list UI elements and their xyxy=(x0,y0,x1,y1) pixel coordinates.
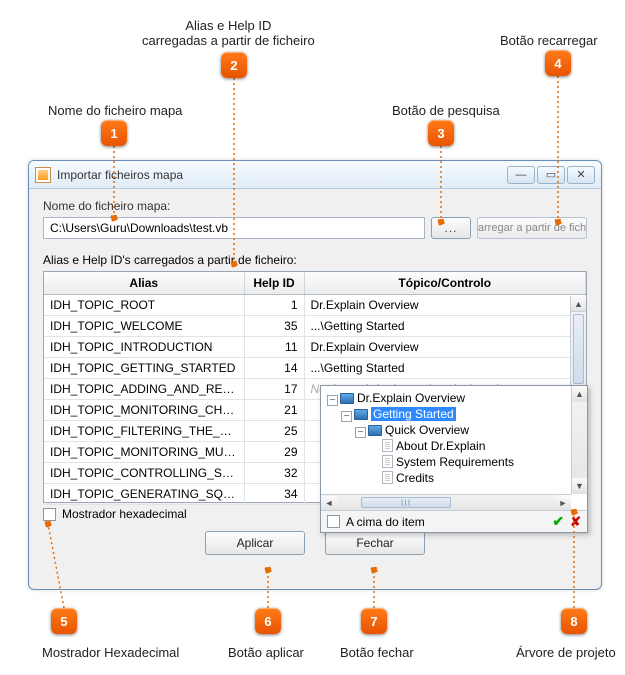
annotation-label-1: Nome do ficheiro mapa xyxy=(48,103,182,118)
tree-footer: A cima do item ✔ ✘ xyxy=(321,510,587,532)
cell-alias: IDH_TOPIC_INTRODUCTION xyxy=(44,337,244,358)
app-icon xyxy=(35,167,51,183)
cell-helpid: 25 xyxy=(244,421,304,442)
minimize-button[interactable]: — xyxy=(507,166,535,184)
titlebar: Importar ficheiros mapa — ▭ ✕ xyxy=(29,161,601,189)
tree-confirm-icon[interactable]: ✔ xyxy=(552,513,564,530)
scroll-up-icon[interactable]: ▲ xyxy=(572,386,587,402)
marker-1: 1 xyxy=(101,120,127,146)
marker-4: 4 xyxy=(545,50,571,76)
cell-topic: Dr.Explain Overview xyxy=(304,295,586,316)
book-icon xyxy=(354,409,368,420)
annotation-label-6: Botão aplicar xyxy=(228,645,304,660)
cell-alias: IDH_TOPIC_ROOT xyxy=(44,295,244,316)
project-tree[interactable]: −Dr.Explain Overview −Getting Started −Q… xyxy=(321,386,587,510)
maximize-button[interactable]: ▭ xyxy=(537,166,565,184)
page-icon xyxy=(382,439,393,452)
annotation-label-2: Alias e Help ID carregadas a partir de f… xyxy=(142,18,315,48)
reload-button[interactable]: arregar a partir de fich xyxy=(477,217,587,239)
cell-helpid: 14 xyxy=(244,358,304,379)
marker-8: 8 xyxy=(561,608,587,634)
tree-node[interactable]: Credits xyxy=(396,471,434,485)
close-window-button[interactable]: ✕ xyxy=(567,166,595,184)
hex-checkbox-label: Mostrador hexadecimal xyxy=(62,507,187,521)
book-icon xyxy=(368,425,382,436)
col-alias[interactable]: Alias xyxy=(44,272,244,295)
apply-button[interactable]: Aplicar xyxy=(205,531,305,555)
cell-helpid: 32 xyxy=(244,463,304,484)
cell-alias: IDH_TOPIC_WELCOME xyxy=(44,316,244,337)
page-icon xyxy=(382,455,393,468)
scroll-left-icon[interactable]: ◄ xyxy=(321,496,337,511)
tree-expand-icon[interactable]: − xyxy=(341,411,352,422)
table-row[interactable]: IDH_TOPIC_WELCOME35...\Getting Started xyxy=(44,316,586,337)
dialog-window: Importar ficheiros mapa — ▭ ✕ Nome do fi… xyxy=(28,160,602,590)
tree-vertical-scrollbar[interactable]: ▲ ▼ xyxy=(571,386,587,494)
scroll-right-icon[interactable]: ► xyxy=(555,495,571,510)
hex-checkbox[interactable] xyxy=(43,508,56,521)
path-label: Nome do ficheiro mapa: xyxy=(43,199,587,213)
tree-expand-icon[interactable]: − xyxy=(355,427,366,438)
marker-3: 3 xyxy=(428,120,454,146)
table-row[interactable]: IDH_TOPIC_INTRODUCTION11Dr.Explain Overv… xyxy=(44,337,586,358)
window-title: Importar ficheiros mapa xyxy=(57,168,507,182)
cell-alias: IDH_TOPIC_MONITORING_CHA... xyxy=(44,400,244,421)
table-row[interactable]: IDH_TOPIC_ROOT1Dr.Explain Overview xyxy=(44,295,586,316)
annotation-label-8: Árvore de projeto xyxy=(516,645,616,660)
cell-helpid: 29 xyxy=(244,442,304,463)
page-icon xyxy=(382,471,393,484)
cell-helpid: 1 xyxy=(244,295,304,316)
tree-expand-icon[interactable]: − xyxy=(327,395,338,406)
browse-button[interactable]: ... xyxy=(431,217,471,239)
cell-topic: ...\Getting Started xyxy=(304,316,586,337)
cell-helpid: 35 xyxy=(244,316,304,337)
col-topic[interactable]: Tópico/Controlo xyxy=(304,272,586,295)
annotation-label-7: Botão fechar xyxy=(340,645,414,660)
cell-alias: IDH_TOPIC_CONTROLLING_SCRI... xyxy=(44,463,244,484)
annotation-label-4: Botão recarregar xyxy=(500,33,598,48)
cell-alias: IDH_TOPIC_GENERATING_SQL_S... xyxy=(44,484,244,505)
map-file-path-input[interactable]: C:\Users\Guru\Downloads\test.vb xyxy=(43,217,425,239)
tree-node[interactable]: System Requirements xyxy=(396,455,514,469)
annotation-label-3: Botão de pesquisa xyxy=(392,103,500,118)
book-icon xyxy=(340,393,354,404)
cell-helpid: 17 xyxy=(244,379,304,400)
tree-cancel-icon[interactable]: ✘ xyxy=(570,514,581,530)
cell-helpid: 34 xyxy=(244,484,304,505)
marker-5: 5 xyxy=(51,608,77,634)
cell-helpid: 11 xyxy=(244,337,304,358)
marker-2: 2 xyxy=(221,52,247,78)
above-item-checkbox[interactable] xyxy=(327,515,340,528)
tree-node[interactable]: Quick Overview xyxy=(385,423,469,437)
alias-grid[interactable]: Alias Help ID Tópico/Controlo IDH_TOPIC_… xyxy=(43,271,587,503)
close-button[interactable]: Fechar xyxy=(325,531,425,555)
col-helpid[interactable]: Help ID xyxy=(244,272,304,295)
cell-topic: Dr.Explain Overview xyxy=(304,337,586,358)
tree-node[interactable]: About Dr.Explain xyxy=(396,439,485,453)
tree-horizontal-scrollbar[interactable]: ◄ III ► xyxy=(321,494,571,510)
cell-topic: ...\Getting Started xyxy=(304,358,586,379)
scroll-down-icon[interactable]: ▼ xyxy=(572,478,587,494)
scroll-thumb[interactable]: III xyxy=(361,497,451,508)
tree-node-selected[interactable]: Getting Started xyxy=(371,407,456,421)
marker-7: 7 xyxy=(361,608,387,634)
marker-6: 6 xyxy=(255,608,281,634)
cell-alias: IDH_TOPIC_MONITORING_MUL... xyxy=(44,442,244,463)
scroll-thumb[interactable] xyxy=(573,314,584,384)
cell-alias: IDH_TOPIC_FILTERING_THE_VIEW xyxy=(44,421,244,442)
cell-helpid: 21 xyxy=(244,400,304,421)
tree-node[interactable]: Dr.Explain Overview xyxy=(357,391,465,405)
cell-alias: IDH_TOPIC_GETTING_STARTED xyxy=(44,358,244,379)
grid-section-label: Alias e Help ID's carregados a partir de… xyxy=(43,253,587,267)
project-tree-popup: −Dr.Explain Overview −Getting Started −Q… xyxy=(320,385,588,533)
above-item-label: A cima do item xyxy=(346,515,425,529)
table-row[interactable]: IDH_TOPIC_GETTING_STARTED14...\Getting S… xyxy=(44,358,586,379)
cell-alias: IDH_TOPIC_ADDING_AND_REM... xyxy=(44,379,244,400)
annotation-label-5: Mostrador Hexadecimal xyxy=(42,645,179,660)
scroll-up-icon[interactable]: ▲ xyxy=(571,296,586,312)
